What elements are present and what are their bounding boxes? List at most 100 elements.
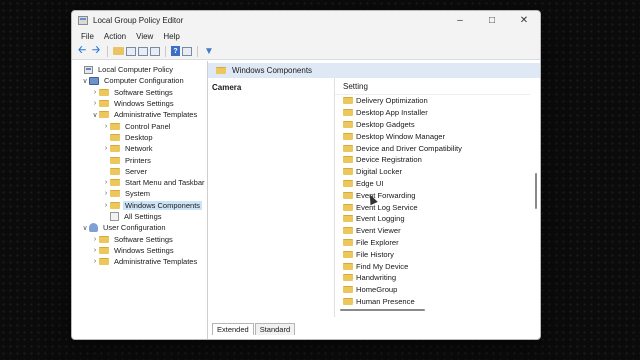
list-item[interactable]: Find My Device [335, 260, 530, 272]
tree-item-label: Windows Settings [114, 99, 174, 109]
maximize-button[interactable]: □ [476, 11, 508, 30]
minimize-button[interactable]: – [444, 11, 476, 30]
tree-item[interactable]: › Windows Settings [72, 98, 207, 109]
tree-item[interactable]: › Network [72, 143, 207, 154]
tree-item[interactable]: › System [72, 188, 207, 199]
filter-icon[interactable]: ▼ [203, 45, 215, 57]
back-arrow-icon[interactable]: 🡠 [76, 45, 88, 57]
folder-icon [343, 168, 353, 176]
list-item[interactable]: Desktop Window Manager [335, 130, 530, 142]
chevron-down-icon[interactable]: ∨ [81, 224, 89, 232]
folder-icon [343, 286, 353, 294]
folder-icon [343, 191, 353, 199]
toolbar-separator [107, 45, 108, 57]
title-bar: Local Group Policy Editor – □ ✕ [72, 11, 540, 30]
tree-item[interactable]: Desktop [72, 132, 207, 143]
list-item[interactable]: HomeGroup [335, 284, 530, 296]
tree-item[interactable]: All Settings [72, 211, 207, 222]
tree-item[interactable]: Printers [72, 154, 207, 165]
folder-icon [216, 67, 226, 74]
folder-icon [110, 201, 120, 209]
list-item[interactable]: Desktop App Installer [335, 107, 530, 119]
setting-column-header[interactable]: Setting [335, 78, 530, 95]
menu-help[interactable]: Help [158, 32, 184, 41]
chevron-right-icon[interactable]: › [102, 190, 110, 197]
show-hide-tree-icon[interactable] [126, 46, 136, 56]
tree-item-label: Printers [125, 155, 151, 165]
folder-icon [110, 133, 120, 141]
vertical-scrollbar[interactable] [535, 173, 537, 209]
tree-item-label: Desktop [125, 132, 153, 142]
folder-icon [99, 258, 109, 266]
up-folder-icon[interactable] [113, 47, 124, 55]
list-item[interactable]: Device Registration [335, 154, 530, 166]
list-item-label: Device Registration [356, 155, 422, 165]
chevron-down-icon[interactable]: ∨ [81, 77, 89, 85]
folder-icon [110, 156, 120, 164]
list-item[interactable]: Device and Driver Compatibility [335, 142, 530, 154]
chevron-right-icon[interactable]: › [91, 100, 99, 107]
folder-icon [343, 274, 353, 282]
tree-item[interactable]: › Control Panel [72, 120, 207, 131]
folder-icon [99, 100, 109, 108]
tab-extended[interactable]: Extended [212, 323, 254, 335]
folder-icon [343, 227, 353, 235]
tree-item-label: Software Settings [114, 234, 173, 244]
tree-item[interactable]: Local Computer Policy [72, 64, 207, 75]
list-item[interactable]: Edge UI [335, 178, 530, 190]
list-item[interactable]: Handwriting [335, 272, 530, 284]
menu-action[interactable]: Action [99, 32, 131, 41]
chevron-right-icon[interactable]: › [102, 123, 110, 130]
list-item[interactable]: Desktop Gadgets [335, 119, 530, 131]
chevron-right-icon[interactable]: › [102, 202, 110, 209]
list-item-label: Digital Locker [356, 167, 403, 177]
list-item[interactable]: Delivery Optimization [335, 95, 530, 107]
export-list-icon[interactable] [150, 46, 160, 56]
list-item[interactable]: Event Viewer [335, 225, 530, 237]
tree-item[interactable]: › Administrative Templates [72, 256, 207, 267]
list-item[interactable]: Digital Locker [335, 166, 530, 178]
list-item[interactable]: File Explorer [335, 237, 530, 249]
tree-item[interactable]: › Software Settings [72, 87, 207, 98]
menu-view[interactable]: View [131, 32, 158, 41]
list-item[interactable]: File History [335, 248, 530, 260]
tree-item[interactable]: ∨ User Configuration [72, 222, 207, 233]
tree-item-label: Administrative Templates [114, 257, 198, 267]
tab-standard[interactable]: Standard [254, 323, 296, 335]
folder-icon [99, 88, 109, 96]
forward-arrow-icon[interactable]: 🡢 [90, 45, 102, 57]
chevron-right-icon[interactable]: › [102, 145, 110, 152]
menu-file[interactable]: File [76, 32, 99, 41]
folder-icon [343, 297, 353, 305]
list-item-label: Event Forwarding [356, 190, 416, 200]
close-button[interactable]: ✕ [508, 11, 540, 30]
chevron-right-icon[interactable]: › [91, 258, 99, 265]
list-item[interactable]: Event Log Service [335, 201, 530, 213]
chevron-right-icon[interactable]: › [91, 247, 99, 254]
tree-item[interactable]: ∨ Administrative Templates [72, 109, 207, 120]
user-icon [89, 223, 98, 233]
list-item[interactable]: Event Logging [335, 213, 530, 225]
list-item-label: Event Logging [356, 214, 405, 224]
help-icon[interactable]: ? [171, 46, 180, 56]
tree-item[interactable]: Server [72, 166, 207, 177]
group-policy-editor-window: Local Group Policy Editor – □ ✕ File Act… [71, 10, 541, 340]
list-item[interactable]: Event Forwarding [335, 189, 530, 201]
navigation-tree: Local Computer Policy ∨ Computer Configura… [72, 61, 208, 339]
folder-icon [343, 215, 353, 223]
chevron-right-icon[interactable]: › [91, 236, 99, 243]
tree-item[interactable]: › Windows Settings [72, 245, 207, 256]
chevron-right-icon[interactable]: › [91, 89, 99, 96]
tree-item[interactable]: › Start Menu and Taskbar [72, 177, 207, 188]
chevron-right-icon[interactable]: › [102, 179, 110, 186]
tree-item[interactable]: ∨ Computer Configuration [72, 75, 207, 86]
tree-item[interactable]: › Software Settings [72, 233, 207, 244]
list-item-label: Event Viewer [356, 226, 401, 236]
horizontal-scrollbar[interactable] [340, 309, 425, 311]
extended-view-icon[interactable] [182, 46, 192, 56]
tree-item[interactable]: › Windows Components [72, 200, 207, 211]
list-item[interactable]: Human Presence [335, 296, 530, 308]
folder-icon [110, 122, 120, 130]
properties-icon[interactable] [138, 46, 148, 56]
chevron-down-icon[interactable]: ∨ [91, 111, 99, 119]
